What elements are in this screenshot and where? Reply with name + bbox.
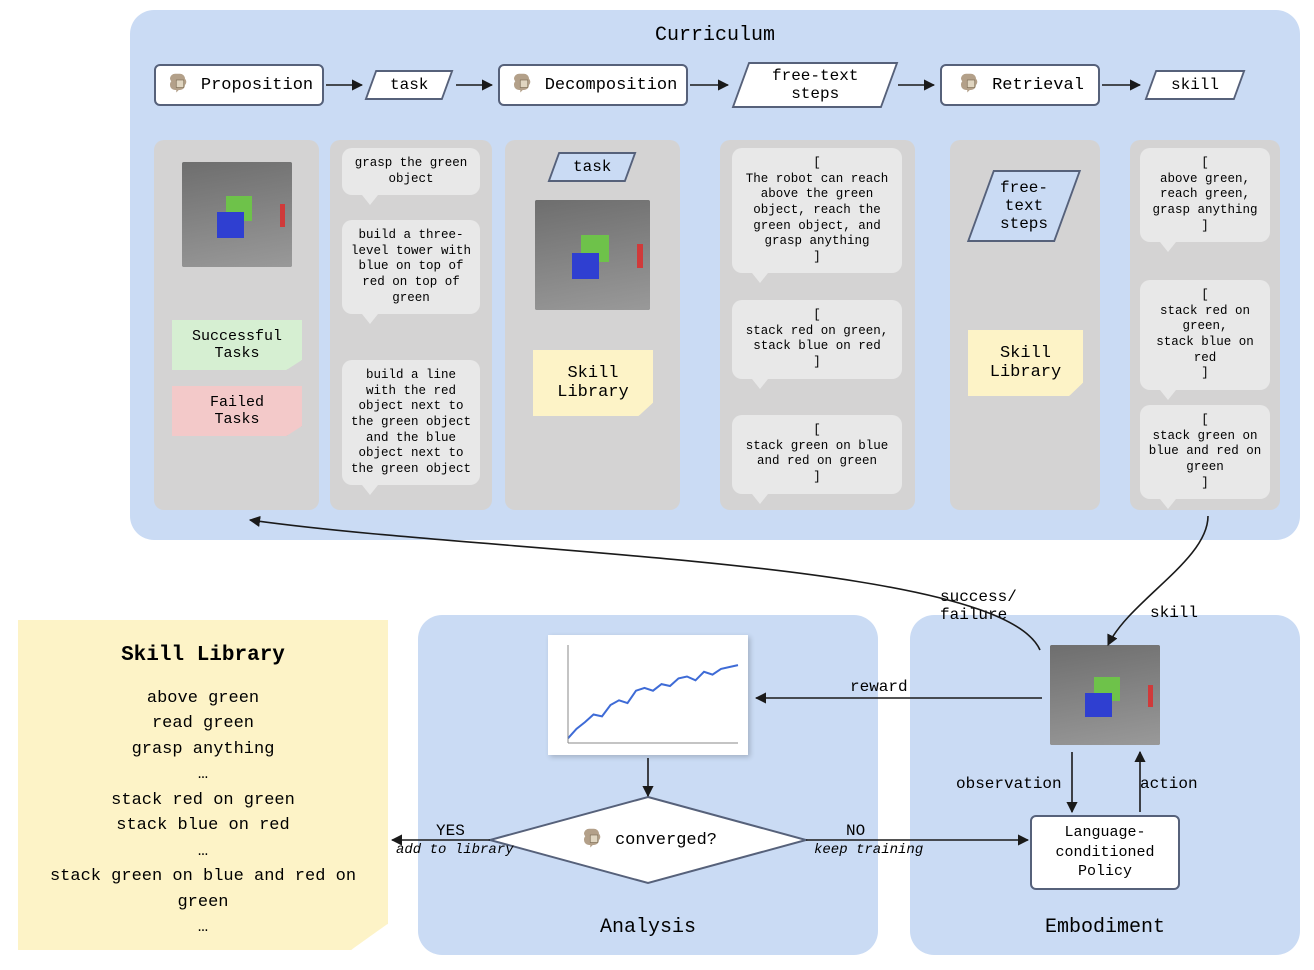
- yes-label: YES: [436, 822, 465, 840]
- brain-icon: [509, 70, 539, 100]
- task-label: task: [390, 76, 428, 94]
- freetext-parallelogram-inner: free- text steps: [967, 170, 1081, 242]
- bubble-stack2: [ stack green on blue and red on green ]: [732, 415, 902, 494]
- skill-item: …: [38, 839, 368, 865]
- decomposition-label: Decomposition: [545, 76, 678, 95]
- analysis-title: Analysis: [418, 916, 878, 939]
- col6-panel: [ above green, reach green, grasp anythi…: [1130, 140, 1280, 510]
- bubble-stackgreen: [ stack green on blue and red on green ]: [1140, 405, 1270, 499]
- bubble-stack1: [ stack red on green, stack blue on red …: [732, 300, 902, 379]
- analysis-panel: converged? Analysis: [418, 615, 878, 955]
- successful-tasks-sticky: Successful Tasks: [172, 320, 302, 370]
- skill-item: stack green on blue and red on green: [38, 864, 368, 915]
- reward-label: reward: [850, 678, 908, 696]
- bubble-line: build a line with the red object next to…: [342, 360, 480, 485]
- proposition-box: Proposition: [154, 64, 324, 106]
- skill-parallelogram: skill: [1145, 70, 1246, 100]
- reward-chart: [548, 635, 748, 755]
- converged-diamond: converged?: [488, 795, 808, 885]
- skill-label: skill: [1171, 76, 1219, 94]
- freetext-label: free-text steps: [772, 67, 858, 103]
- col2-panel: grasp the green object build a three-lev…: [330, 140, 492, 510]
- col5-panel: free- text steps Skill Library: [950, 140, 1100, 510]
- yes-sub-label: add to library: [396, 842, 514, 858]
- skill-item: above green: [38, 686, 368, 712]
- freetext-parallelogram: free-text steps: [732, 62, 899, 108]
- task-parallelogram-inner: task: [548, 152, 637, 182]
- curriculum-panel: Curriculum Proposition task Decompositio…: [130, 10, 1300, 540]
- decomposition-box: Decomposition: [498, 64, 688, 106]
- action-label: action: [1140, 775, 1198, 793]
- bubble-above: [ above green, reach green, grasp anythi…: [1140, 148, 1270, 242]
- skill-library-title: Skill Library: [38, 640, 368, 672]
- bubble-reach: [ The robot can reach above the green ob…: [732, 148, 902, 273]
- skill-item: read green: [38, 711, 368, 737]
- col4-panel: [ The robot can reach above the green ob…: [720, 140, 915, 510]
- skill-arrow-label: skill: [1150, 604, 1198, 622]
- embodiment-title: Embodiment: [910, 916, 1300, 939]
- proposition-label: Proposition: [201, 76, 313, 95]
- skill-library-sticky-small2: Skill Library: [968, 330, 1083, 396]
- freetext-label-inner: free- text steps: [1000, 179, 1048, 233]
- retrieval-label: Retrieval: [992, 76, 1084, 95]
- skill-item: grasp anything: [38, 737, 368, 763]
- task-label-inner: task: [573, 158, 611, 176]
- skill-item: stack red on green: [38, 788, 368, 814]
- brain-icon: [956, 70, 986, 100]
- brain-icon: [579, 825, 609, 855]
- curriculum-title: Curriculum: [130, 24, 1300, 47]
- policy-box: Language- conditioned Policy: [1030, 815, 1180, 890]
- bubble-grasp: grasp the green object: [342, 148, 480, 195]
- skill-item: …: [38, 762, 368, 788]
- failed-tasks-sticky: Failed Tasks: [172, 386, 302, 436]
- no-label: NO: [846, 822, 865, 840]
- converged-label: converged?: [615, 831, 717, 850]
- robot-scene-icon: [182, 162, 292, 267]
- task-parallelogram: task: [365, 70, 454, 100]
- retrieval-box: Retrieval: [940, 64, 1100, 106]
- col3-panel: task Skill Library: [505, 140, 680, 510]
- success-failure-label: success/ failure: [940, 588, 1017, 624]
- skill-item: stack blue on red: [38, 813, 368, 839]
- skill-library-panel: Skill Library above green read green gra…: [18, 620, 388, 950]
- bubble-tower: build a three-level tower with blue on t…: [342, 220, 480, 314]
- col1-panel: Successful Tasks Failed Tasks: [154, 140, 319, 510]
- skill-library-sticky-small: Skill Library: [533, 350, 653, 416]
- robot-scene-embodiment: [1050, 645, 1160, 745]
- skill-item: …: [38, 915, 368, 941]
- robot-scene-icon: [535, 200, 650, 310]
- no-sub-label: keep training: [814, 842, 923, 858]
- brain-icon: [165, 70, 195, 100]
- observation-label: observation: [956, 775, 1062, 793]
- bubble-stackred: [ stack red on green, stack blue on red …: [1140, 280, 1270, 390]
